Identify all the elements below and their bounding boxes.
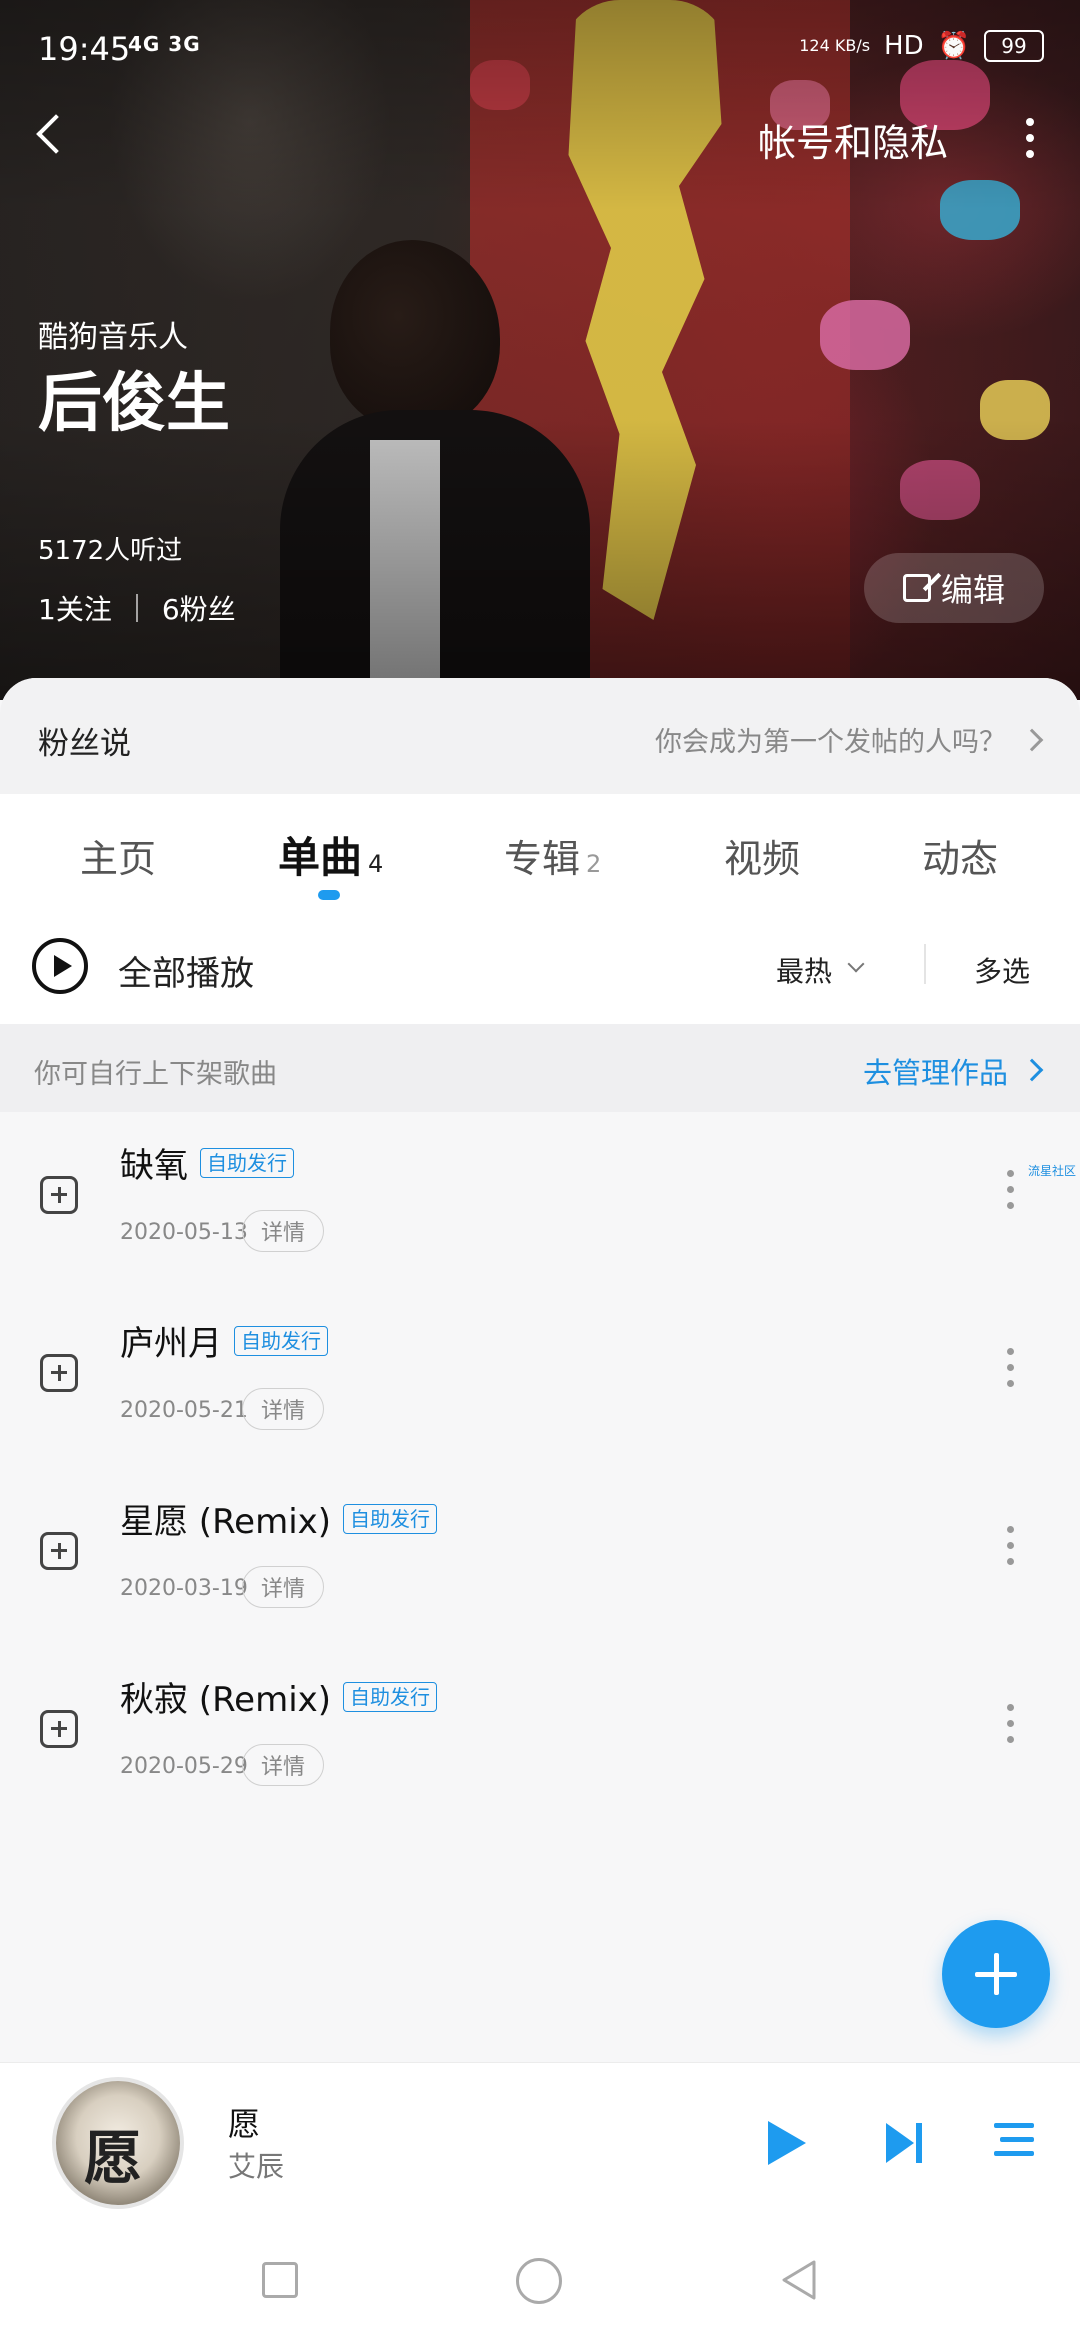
content-sheet: 粉丝说 你会成为第一个发帖的人吗？ 主页 单曲 4 专辑 2 视频 动态 全部播放 … bbox=[0, 678, 1080, 2070]
add-icon[interactable] bbox=[40, 1532, 78, 1570]
tab-bar: 主页 单曲 4 专辑 2 视频 动态 bbox=[0, 794, 1080, 914]
song-row[interactable]: 星愿 (Remix) 自助发行 2020-03-19 详情 bbox=[0, 1468, 1080, 1646]
active-tab-indicator bbox=[318, 890, 340, 900]
following-count[interactable]: 1关注 bbox=[38, 588, 112, 628]
song-date: 2020-03-19 bbox=[120, 1576, 248, 1601]
detail-button[interactable]: 详情 bbox=[242, 1210, 325, 1252]
manage-hint: 你可自行上下架歌曲 bbox=[34, 1059, 277, 1090]
tab-moments[interactable]: 动态 bbox=[922, 828, 998, 883]
song-title: 星愿 (Remix) 自助发行 bbox=[120, 1494, 438, 1543]
alarm-icon: ⏰ bbox=[937, 31, 970, 61]
account-privacy-link[interactable]: 帐号和隐私 bbox=[758, 112, 948, 167]
add-fab-button[interactable] bbox=[942, 1920, 1050, 2028]
fans-count[interactable]: 6粉丝 bbox=[162, 588, 236, 628]
tab-home[interactable]: 主页 bbox=[80, 828, 156, 883]
song-row[interactable]: 缺氧 自助发行 2020-05-13 详情 bbox=[0, 1112, 1080, 1290]
play-icon[interactable] bbox=[764, 2121, 806, 2165]
nav-back-icon[interactable] bbox=[778, 2258, 818, 2302]
self-release-badge: 自助发行 bbox=[234, 1325, 328, 1356]
song-row[interactable]: 庐州月 自助发行 2020-05-21 详情 bbox=[0, 1290, 1080, 1468]
back-button[interactable] bbox=[32, 110, 72, 160]
song-title: 秋寂 (Remix) 自助发行 bbox=[120, 1672, 438, 1721]
fans-say-bar[interactable]: 粉丝说 你会成为第一个发帖的人吗？ bbox=[0, 678, 1080, 794]
status-time: 19:45 bbox=[38, 30, 131, 68]
song-title: 庐州月 自助发行 bbox=[120, 1316, 328, 1365]
divider bbox=[924, 944, 926, 984]
edit-button[interactable]: 编辑 bbox=[864, 553, 1044, 623]
more-icon[interactable] bbox=[1004, 1526, 1016, 1572]
fans-say-hint: 你会成为第一个发帖的人吗？ bbox=[655, 727, 1006, 758]
home-icon[interactable] bbox=[516, 2258, 562, 2304]
self-release-badge: 自助发行 bbox=[343, 1681, 438, 1712]
sort-dropdown[interactable]: 最热 bbox=[776, 950, 832, 990]
musician-label: 酷狗音乐人 bbox=[38, 320, 188, 355]
follow-stats: 1关注 6粉丝 bbox=[38, 588, 236, 628]
add-icon[interactable] bbox=[40, 1354, 78, 1392]
status-right: 124 KB/s HD ⏰ 99 bbox=[799, 30, 1044, 62]
status-bar: 19:45 4G 3G 124 KB/s HD ⏰ 99 bbox=[0, 0, 1080, 100]
network-speed: 124 KB/s bbox=[799, 36, 871, 55]
listened-count: 5172人听过 bbox=[38, 536, 183, 566]
edit-label: 编辑 bbox=[940, 571, 1005, 609]
chevron-right-icon bbox=[1020, 1058, 1044, 1082]
mini-player[interactable]: 愿 愿 艾辰 bbox=[0, 2062, 1080, 2222]
play-all-button[interactable]: 全部播放 bbox=[118, 946, 254, 995]
system-nav-bar bbox=[0, 2222, 1080, 2340]
detail-button[interactable]: 详情 bbox=[242, 1566, 325, 1608]
play-all-row: 全部播放 最热 多选 bbox=[0, 914, 1080, 1024]
add-icon[interactable] bbox=[40, 1176, 78, 1214]
self-release-badge: 自助发行 bbox=[200, 1147, 294, 1178]
more-icon[interactable] bbox=[1004, 1348, 1016, 1394]
album-cover-glyph: 愿 bbox=[84, 2124, 143, 2192]
divider bbox=[135, 594, 138, 622]
artist-name: 后俊生 bbox=[38, 367, 230, 441]
recent-apps-icon[interactable] bbox=[262, 2262, 298, 2298]
more-icon[interactable] bbox=[1004, 1704, 1016, 1750]
playlist-icon[interactable] bbox=[994, 2123, 1034, 2163]
more-icon[interactable] bbox=[1004, 1170, 1016, 1216]
play-all-icon[interactable] bbox=[32, 938, 88, 994]
battery-icon: 99 bbox=[984, 30, 1044, 62]
tab-albums[interactable]: 专辑 2 bbox=[504, 828, 601, 883]
side-note: 流星社区 bbox=[1028, 1164, 1077, 1178]
fans-say-title: 粉丝说 bbox=[38, 726, 131, 762]
add-icon[interactable] bbox=[40, 1710, 78, 1748]
more-options-icon[interactable] bbox=[1020, 118, 1040, 160]
edit-icon bbox=[902, 574, 931, 602]
now-playing-title: 愿 bbox=[228, 2105, 261, 2143]
song-date: 2020-05-13 bbox=[120, 1220, 248, 1245]
next-track-icon[interactable] bbox=[886, 2123, 926, 2163]
multi-select-button[interactable]: 多选 bbox=[974, 950, 1030, 990]
chevron-down-icon bbox=[847, 955, 865, 973]
hd-indicator: HD bbox=[884, 31, 924, 61]
manage-works-link[interactable]: 去管理作品 bbox=[863, 1050, 1008, 1092]
song-date: 2020-05-21 bbox=[120, 1398, 248, 1423]
song-row[interactable]: 秋寂 (Remix) 自助发行 2020-05-29 详情 bbox=[0, 1646, 1080, 1824]
chevron-right-icon bbox=[1020, 728, 1044, 752]
tab-singles[interactable]: 单曲 4 bbox=[278, 824, 383, 885]
signal-icon: 4G 3G bbox=[128, 32, 201, 56]
detail-button[interactable]: 详情 bbox=[242, 1744, 325, 1786]
self-release-badge: 自助发行 bbox=[343, 1503, 438, 1534]
tab-videos[interactable]: 视频 bbox=[724, 828, 800, 883]
manage-bar: 你可自行上下架歌曲 去管理作品 bbox=[0, 1024, 1080, 1112]
song-title: 缺氧 自助发行 bbox=[120, 1138, 294, 1187]
detail-button[interactable]: 详情 bbox=[242, 1388, 325, 1430]
song-date: 2020-05-29 bbox=[120, 1754, 248, 1779]
now-playing-artist: 艾辰 bbox=[228, 2150, 285, 2183]
